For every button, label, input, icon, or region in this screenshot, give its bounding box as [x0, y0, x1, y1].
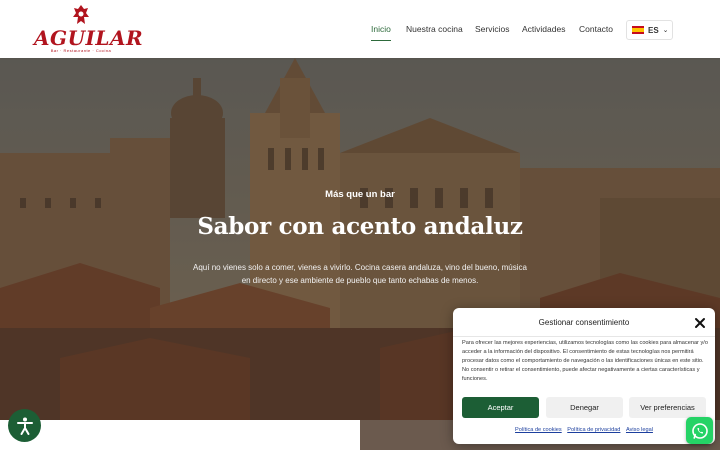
cookie-consent-dialog: Gestionar consentimiento Para ofrecer la… [453, 308, 715, 444]
whatsapp-icon [691, 422, 708, 439]
brand-logo[interactable]: AGUILAR Bar · Restaurante · Cocina [34, 5, 144, 53]
cookie-text: Para ofrecer las mejores experiencias, u… [462, 340, 708, 383]
brand-name: AGUILAR [34, 26, 144, 50]
nav-item-servicios[interactable]: Servicios [475, 24, 509, 34]
close-icon[interactable] [694, 317, 706, 329]
cookie-links: Política de cookies Política de privacid… [453, 427, 715, 433]
deny-button[interactable]: Denegar [546, 397, 623, 418]
brand-tagline: Bar · Restaurante · Cocina [50, 48, 112, 53]
cookie-title: Gestionar consentimiento [538, 318, 630, 327]
language-code: ES [648, 25, 659, 35]
crest-icon [73, 5, 89, 24]
accessibility-icon [16, 417, 33, 435]
hero-title: Sabor con acento andaluz [197, 213, 523, 240]
spain-flag-icon [632, 26, 644, 34]
legal-notice-link[interactable]: Aviso legal [626, 427, 653, 433]
next-section-left [0, 420, 360, 450]
nav-item-inicio[interactable]: Inicio [371, 24, 391, 41]
nav-item-nuestra-cocina[interactable]: Nuestra cocina [406, 24, 463, 34]
whatsapp-button[interactable] [686, 417, 713, 444]
accessibility-button[interactable] [8, 409, 41, 442]
accept-button[interactable]: Aceptar [462, 397, 539, 418]
hero-eyebrow: Más que un bar [325, 189, 395, 200]
cookie-divider [453, 336, 715, 337]
cookie-policy-link[interactable]: Política de cookies [515, 427, 562, 433]
nav-item-actividades[interactable]: Actividades [522, 24, 565, 34]
nav-item-contacto[interactable]: Contacto [579, 24, 613, 34]
privacy-policy-link[interactable]: Política de privacidad [567, 427, 620, 433]
hero-description: Aquí no vienes solo a comer, vienes a vi… [193, 263, 527, 285]
chevron-down-icon: ⌄ [662, 27, 669, 34]
preferences-button[interactable]: Ver preferencias [629, 397, 706, 418]
site-header: AGUILAR Bar · Restaurante · Cocina Inici… [0, 0, 720, 58]
language-selector[interactable]: ES ⌄ [626, 20, 673, 40]
